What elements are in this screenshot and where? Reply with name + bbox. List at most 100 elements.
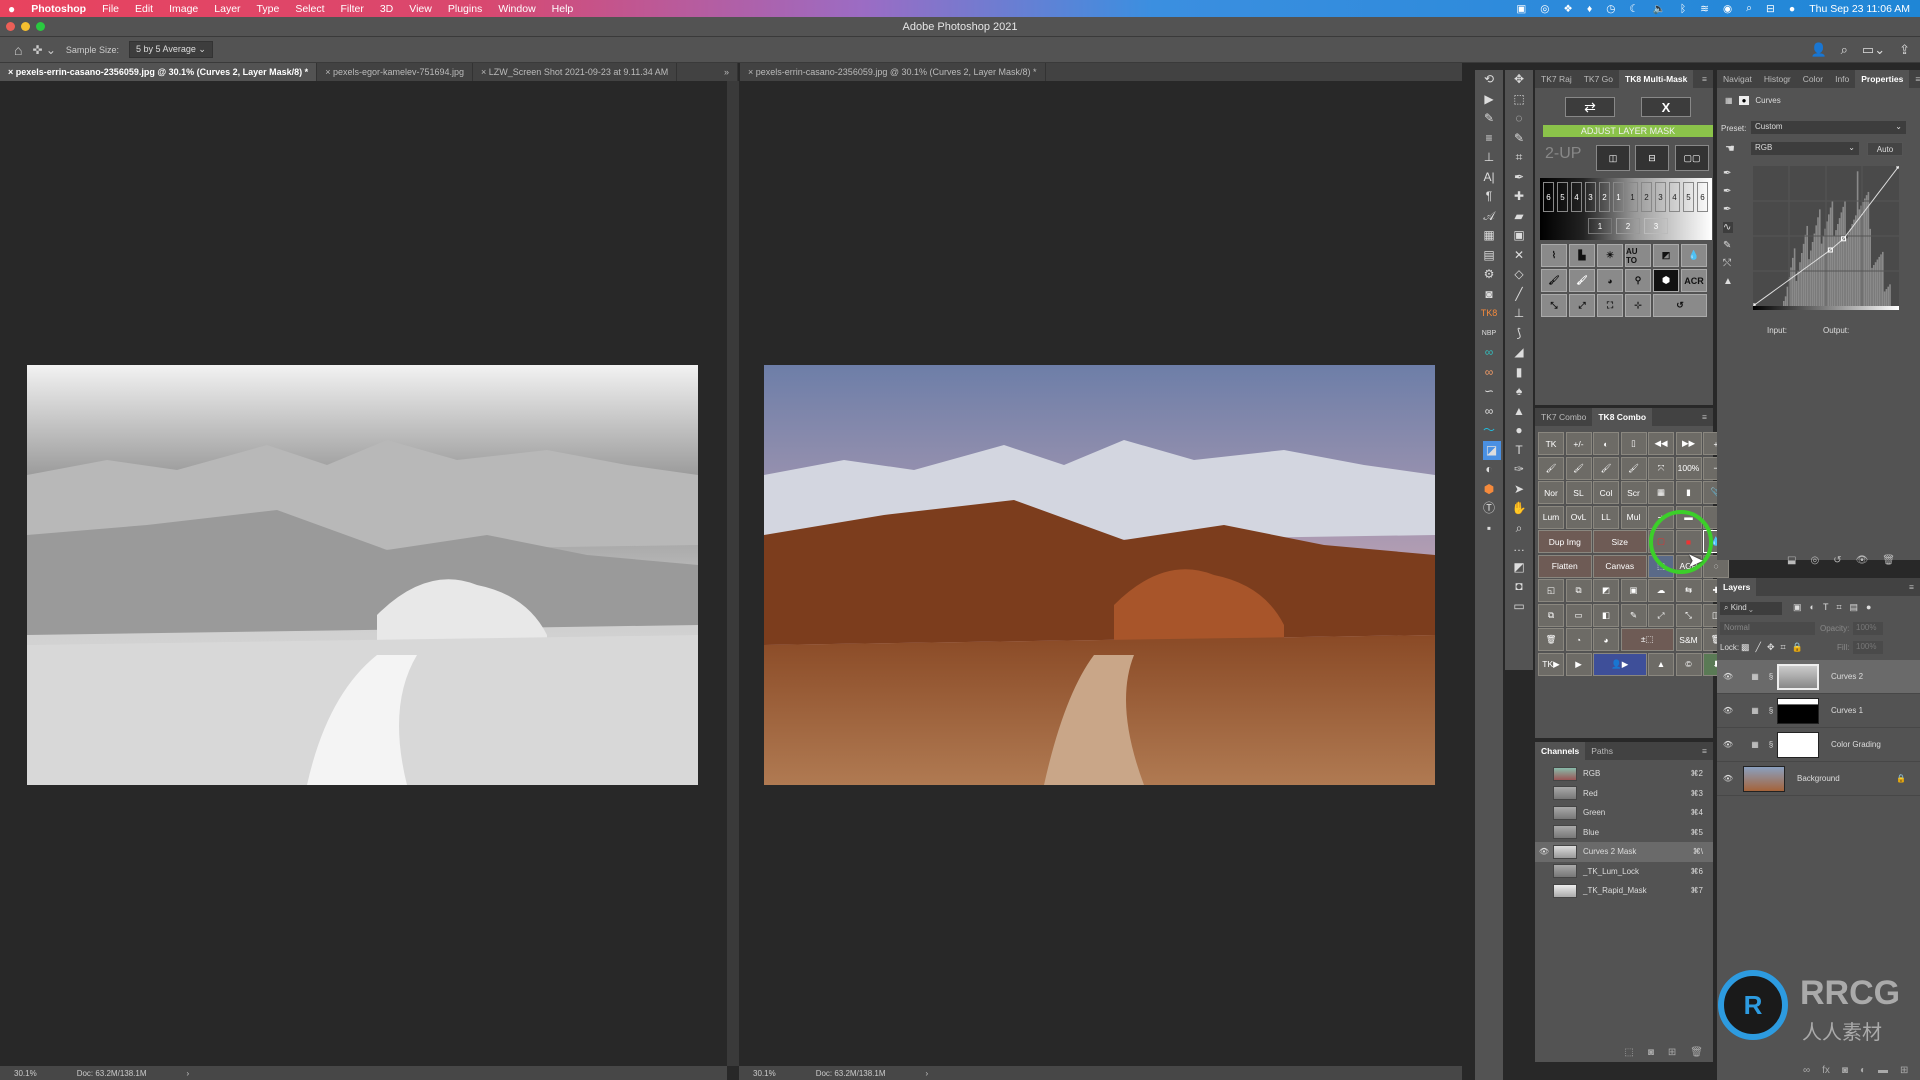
layer-mask-thumbnail[interactable] bbox=[1777, 731, 1819, 758]
eye-icon[interactable]: 👁 bbox=[1535, 847, 1553, 856]
canvas-button[interactable]: Canvas bbox=[1593, 554, 1647, 578]
channel-row[interactable]: RGB ⌘2 bbox=[1535, 764, 1713, 784]
light-level-1[interactable]: 1 bbox=[1627, 182, 1638, 212]
volume-icon[interactable]: 🔈 bbox=[1653, 2, 1666, 15]
drop-icon[interactable]: ♦ bbox=[1587, 3, 1592, 15]
clip-to-layer-icon[interactable]: ⬓ bbox=[1787, 555, 1796, 566]
channel-row[interactable]: Red ⌘3 bbox=[1535, 784, 1713, 804]
siri-icon[interactable]: ● bbox=[1789, 3, 1795, 15]
eraser-tool-icon[interactable]: ◢ bbox=[1505, 343, 1533, 363]
screen-mode-icon[interactable]: ▭ bbox=[1505, 597, 1533, 617]
gradients-icon[interactable]: ▤ bbox=[1475, 246, 1503, 266]
status-arrow[interactable]: › bbox=[926, 1069, 929, 1078]
fx-icon[interactable]: fx bbox=[1822, 1065, 1830, 1076]
link-icon[interactable]: § bbox=[1765, 740, 1777, 749]
menu-select[interactable]: Select bbox=[287, 3, 332, 15]
brush-tool-icon[interactable]: ╱ bbox=[1505, 285, 1533, 305]
content-move-tool-icon[interactable]: ✕ bbox=[1505, 246, 1533, 266]
light-level-4[interactable]: 4 bbox=[1669, 182, 1680, 212]
two-up-side-button[interactable]: ▢▢ bbox=[1675, 145, 1709, 171]
group-icon[interactable]: ▬ bbox=[1878, 1065, 1888, 1076]
wave-icon[interactable]: 〜 bbox=[1475, 421, 1503, 441]
clock-icon[interactable]: ◷ bbox=[1606, 3, 1615, 15]
combo-r8-5[interactable]: ⤢ bbox=[1648, 603, 1674, 627]
layer-row[interactable]: 👁 ▦ § Color Grading bbox=[1717, 728, 1920, 762]
search-icon[interactable]: ⌕ bbox=[1746, 2, 1752, 15]
fit-icon[interactable]: ⛶ bbox=[1597, 294, 1623, 317]
lock-all-icon[interactable]: 🔒 bbox=[1792, 642, 1803, 653]
quick-mask-icon[interactable]: ◘ bbox=[1505, 577, 1533, 597]
gray-point-eyedropper-icon[interactable]: ✒ bbox=[1723, 186, 1733, 197]
opacity-input[interactable]: 100% bbox=[1853, 622, 1883, 635]
share-user-icon[interactable]: 👤 bbox=[1810, 42, 1826, 58]
tab-tk7-combo[interactable]: TK7 Combo bbox=[1535, 408, 1592, 426]
blend-softlight-button[interactable]: SL bbox=[1565, 481, 1592, 504]
tab-info[interactable]: Info bbox=[1829, 70, 1855, 88]
tk-logo-button[interactable]: TK bbox=[1538, 432, 1564, 455]
close-tab-icon[interactable]: × bbox=[8, 67, 16, 77]
channel-row[interactable]: Green ⌘4 bbox=[1535, 803, 1713, 823]
stamp-visible-button[interactable]: ▦ bbox=[1648, 481, 1674, 504]
zoom-tool-icon[interactable]: ⌕ bbox=[1505, 519, 1533, 539]
blend-overlay-button[interactable]: OvL bbox=[1565, 505, 1592, 529]
tabs-overflow-button[interactable]: » bbox=[716, 63, 738, 81]
infinity-warm-icon[interactable]: ∞ bbox=[1475, 363, 1503, 383]
panel-menu-icon[interactable]: ≡ bbox=[1696, 742, 1713, 760]
acr-button[interactable]: ACR bbox=[1681, 269, 1707, 292]
delete-button[interactable]: 🗑 bbox=[1538, 628, 1564, 651]
camera-icon[interactable]: ▣ bbox=[1516, 3, 1526, 15]
target-adjust-icon[interactable]: ☚ bbox=[1725, 142, 1735, 155]
type-tool-icon[interactable]: T bbox=[1505, 441, 1533, 461]
layer-mask-thumbnail[interactable] bbox=[1777, 697, 1819, 724]
close-tab-icon[interactable]: × bbox=[481, 67, 489, 77]
combo-r8-4[interactable]: ✎ bbox=[1620, 603, 1647, 627]
menu-edit[interactable]: Edit bbox=[127, 3, 161, 15]
lock-pixels-icon[interactable]: ╱ bbox=[1756, 642, 1761, 653]
auto-button[interactable]: Auto bbox=[1867, 142, 1903, 156]
cube-plugin-icon[interactable]: ⬢ bbox=[1475, 480, 1503, 500]
dark-level-3[interactable]: 3 bbox=[1585, 182, 1596, 212]
add-mask-icon[interactable]: ◙ bbox=[1842, 1065, 1848, 1076]
delete-adjustment-icon[interactable]: 🗑 bbox=[1882, 555, 1895, 566]
dark-level-6[interactable]: 6 bbox=[1543, 182, 1554, 212]
expand-icon[interactable]: ⤡ bbox=[1541, 294, 1567, 317]
curves-icon[interactable]: ⌇ bbox=[1541, 244, 1567, 267]
contract-icon[interactable]: ⤢ bbox=[1569, 294, 1595, 317]
paragraph-icon[interactable]: ¶ bbox=[1475, 187, 1503, 207]
moon-icon[interactable]: ☾ bbox=[1629, 3, 1638, 15]
layer-thumbnail[interactable] bbox=[1743, 765, 1785, 792]
tab-layers[interactable]: Layers bbox=[1717, 578, 1757, 596]
menu-layer[interactable]: Layer bbox=[206, 3, 248, 15]
adjustments-icon[interactable]: ≡ bbox=[1475, 129, 1503, 149]
tk8-cx-icon[interactable]: TK8 bbox=[1475, 304, 1503, 324]
crop-tool-icon[interactable]: ⌗ bbox=[1505, 148, 1533, 168]
brush-gray-button[interactable]: 🖌 bbox=[1620, 456, 1647, 480]
two-up-horizontal-button[interactable]: ⊟ bbox=[1635, 145, 1669, 171]
white-point-eyedropper-icon[interactable]: ✒ bbox=[1723, 204, 1733, 215]
light-level-3[interactable]: 3 bbox=[1655, 182, 1666, 212]
combo-r7-2[interactable]: ⧉ bbox=[1565, 579, 1592, 602]
path-select-tool-icon[interactable]: ➤ bbox=[1505, 480, 1533, 500]
blend-color-button[interactable]: Col bbox=[1593, 481, 1619, 504]
combo-r9-3[interactable]: ◕ bbox=[1593, 628, 1619, 651]
combo-r7-3[interactable]: ◩ bbox=[1593, 579, 1619, 602]
panel-menu-icon[interactable]: ≡ bbox=[1909, 70, 1920, 88]
user-icon[interactable]: ◉ bbox=[1723, 3, 1732, 15]
reset-icon[interactable]: ↺ bbox=[1833, 555, 1841, 566]
preset-select[interactable]: Custom ⌄ bbox=[1751, 121, 1906, 134]
menu-filter[interactable]: Filter bbox=[333, 3, 372, 15]
menu-plugins[interactable]: Plugins bbox=[440, 3, 490, 15]
new-channel-icon[interactable]: ⊞ bbox=[1668, 1047, 1676, 1058]
channel-row[interactable]: _TK_Rapid_Mask ⌘7 bbox=[1535, 881, 1713, 901]
workspace-icon[interactable]: ▭⌄ bbox=[1862, 42, 1885, 58]
eye-icon[interactable]: 👁 bbox=[1717, 706, 1739, 715]
mid-level-2[interactable]: 2 bbox=[1616, 218, 1640, 234]
new-layer-icon[interactable]: ⊞ bbox=[1900, 1065, 1908, 1076]
infinity-color-icon[interactable]: ∞ bbox=[1475, 343, 1503, 363]
tab-color[interactable]: Color bbox=[1797, 70, 1829, 88]
stamp-tool-icon[interactable]: ⊥ bbox=[1505, 304, 1533, 324]
wifi-icon[interactable]: ≋ bbox=[1700, 3, 1709, 15]
curves-adjustment-icon[interactable]: ▦ bbox=[1725, 96, 1733, 105]
close-tab-icon[interactable]: × bbox=[325, 67, 333, 77]
expand-contract-button[interactable]: ±⬚ bbox=[1620, 628, 1674, 651]
